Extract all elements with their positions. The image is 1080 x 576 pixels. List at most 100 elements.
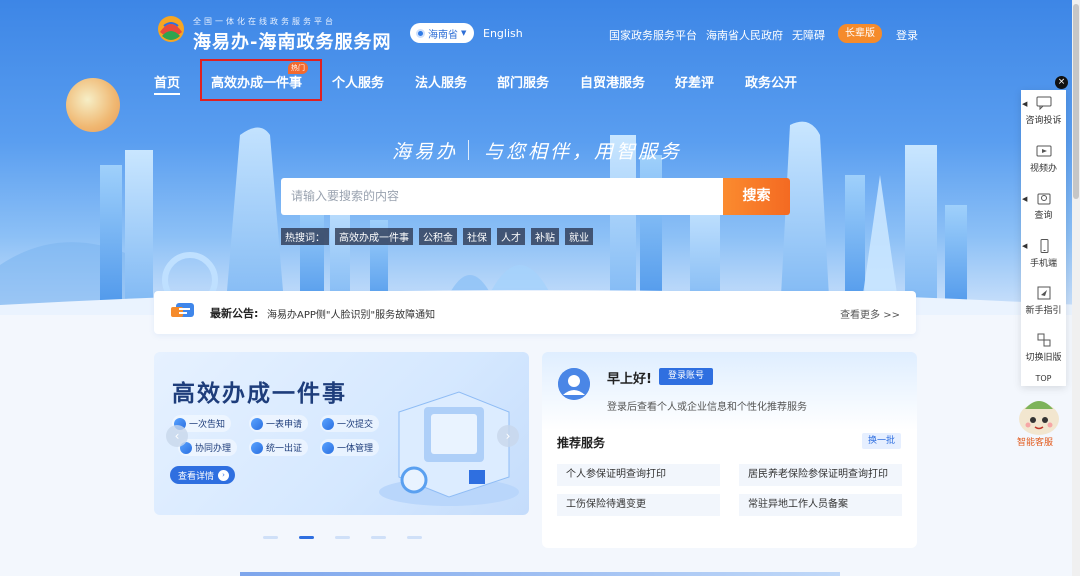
feature-icon [322,417,334,430]
link-accessibility[interactable]: 无障碍 [792,27,825,43]
english-link[interactable]: English [483,27,523,40]
floating-toolbar: 咨询投诉 视频办 查询 手机端 新手指引 切换旧版 TOP [1021,90,1066,386]
recommended-services-title: 推荐服务 [557,436,606,450]
caret-left-icon: ◀ [1022,242,1028,250]
arrow-right-icon: › [218,469,230,481]
recommended-service-item[interactable]: 居民养老保险参保证明查询打印 [739,464,902,486]
announcement-icon [171,303,194,317]
feature-label: 一表申请 [266,420,303,430]
nav-free-trade-port-service[interactable]: 自贸港服务 [580,72,645,91]
hot-search-row: 热搜词： 高效办成一件事 公积金 社保 人才 补贴 就业 [281,228,593,245]
login-account-button[interactable]: 登录账号 [659,368,714,385]
location-icon [416,28,425,38]
feature-tag: 一表申请 [249,415,309,432]
search-button[interactable]: 搜索 [723,178,790,215]
feature-icon [251,441,263,454]
carousel-dot[interactable] [335,536,350,539]
query-icon [1037,193,1050,205]
recommended-service-item[interactable]: 常驻异地工作人员备案 [739,494,902,516]
nav-home[interactable]: 首页 [154,72,181,95]
hot-word[interactable]: 人才 [497,228,525,245]
caret-left-icon: ◀ [1022,100,1028,108]
nav-legal-person-service[interactable]: 法人服务 [415,72,467,91]
scrollbar-thumb[interactable] [1073,4,1079,199]
site-logo[interactable] [152,12,190,50]
nav-personal-service[interactable]: 个人服务 [332,72,384,91]
hot-search-label: 热搜词： [281,228,329,245]
login-hint: 登录后查看个人或企业信息和个性化推荐服务 [607,402,807,413]
user-panel: 早上好! 登录账号 登录后查看个人或企业信息和个性化推荐服务 推荐服务 换一批 … [542,352,917,548]
announcement-text[interactable]: 海易办APP侧"人脸识别"服务故障通知 [267,306,435,321]
hot-word[interactable]: 社保 [463,228,491,245]
sidebar-item-mobile[interactable]: 手机端 [1021,239,1066,269]
sidebar-item-label: 咨询投诉 [1025,116,1062,126]
highlight-box [200,59,322,101]
feature-icon [322,441,334,454]
search-input[interactable]: 请输入要搜索的内容 [281,178,723,215]
announcement-more-link[interactable]: 查看更多 >> [840,306,900,321]
site-name[interactable]: 海易办-海南政务服务网 [193,28,391,54]
sidebar-item-guide[interactable]: 新手指引 [1021,286,1066,316]
video-icon [1036,145,1051,157]
back-to-top-button[interactable]: TOP [1021,374,1066,383]
view-detail-label: 查看详情 [178,471,215,482]
site-subtitle: 全国一体化在线政务服务平台 [193,17,336,26]
elder-mode-button[interactable]: 长辈版 [838,24,882,43]
carousel-dot-active[interactable] [299,536,314,539]
recommended-service-item[interactable]: 个人参保证明查询打印 [557,464,720,486]
feature-tag: 统一出证 [249,439,309,456]
announcement-bar: 最新公告: 海易办APP侧"人脸识别"服务故障通知 查看更多 >> [154,291,916,334]
user-avatar-icon [558,368,590,400]
carousel-next-button[interactable]: › [497,425,519,447]
feature-tag: 协同办理 [178,439,238,456]
login-link[interactable]: 登录 [896,27,918,43]
region-selector[interactable]: 海南省 ▼ [410,23,475,43]
nav-government-affairs[interactable]: 政务公开 [745,72,797,91]
hot-word[interactable]: 就业 [565,228,593,245]
banner-title: 高效办成一件事 [172,381,347,407]
sidebar-item-label: 视频办 [1029,164,1057,174]
hot-word[interactable]: 补贴 [531,228,559,245]
slogan-left: 海易办 [392,141,459,163]
greeting: 早上好! [607,372,652,387]
close-icon[interactable]: × [1055,76,1068,89]
efficient-service-banner[interactable]: 高效办成一件事 一次告知 一表申请 一次提交 协同办理 统一出证 一体管理 查看… [154,352,529,515]
hot-word[interactable]: 公积金 [419,228,457,245]
caret-left-icon: ◀ [1022,195,1028,203]
switch-icon [1037,333,1050,347]
guide-icon [1037,286,1050,300]
assistant-label[interactable]: 智能客服 [1017,435,1053,448]
mobile-phone-icon [1040,239,1048,253]
sidebar-item-label: 新手指引 [1025,306,1062,316]
feature-label: 一次告知 [189,420,226,430]
chat-icon [1036,96,1051,110]
refresh-button[interactable]: 换一批 [861,433,901,449]
link-national-platform[interactable]: 国家政务服务平台 [609,27,697,43]
hot-word[interactable]: 高效办成一件事 [335,228,413,245]
slogan-divider [468,140,469,160]
carousel-dot[interactable] [371,536,386,539]
sidebar-item-label: 切换旧版 [1025,353,1062,363]
sidebar-item-query[interactable]: 查询 [1021,191,1066,221]
sidebar-item-label: 查询 [1034,211,1053,221]
carousel-indicators [263,536,422,539]
carousel-prev-button[interactable]: ‹ [166,425,188,447]
recommended-service-item[interactable]: 工伤保险待遇变更 [557,494,720,516]
feature-label: 统一出证 [266,444,303,454]
carousel-dot[interactable] [407,536,422,539]
sidebar-item-consult[interactable]: 咨询投诉 [1021,96,1066,126]
link-hainan-government[interactable]: 海南省人民政府 [706,27,783,43]
sidebar-item-switch-version[interactable]: 切换旧版 [1021,333,1066,363]
nav-evaluation[interactable]: 好差评 [675,72,714,91]
nav-department-service[interactable]: 部门服务 [497,72,549,91]
caret-down-icon: ▼ [461,29,467,37]
assistant-mascot-icon[interactable] [1011,393,1067,441]
view-detail-button[interactable]: 查看详情 › [170,466,236,484]
carousel-dot[interactable] [263,536,278,539]
slogan-right: 与您相伴，用智服务 [484,141,683,163]
sidebar-item-video[interactable]: 视频办 [1021,144,1066,174]
sidebar-item-label: 手机端 [1029,259,1057,269]
bottom-tab-strip [240,572,840,576]
region-label: 海南省 [428,29,458,41]
feature-label: 协同办理 [195,444,232,454]
